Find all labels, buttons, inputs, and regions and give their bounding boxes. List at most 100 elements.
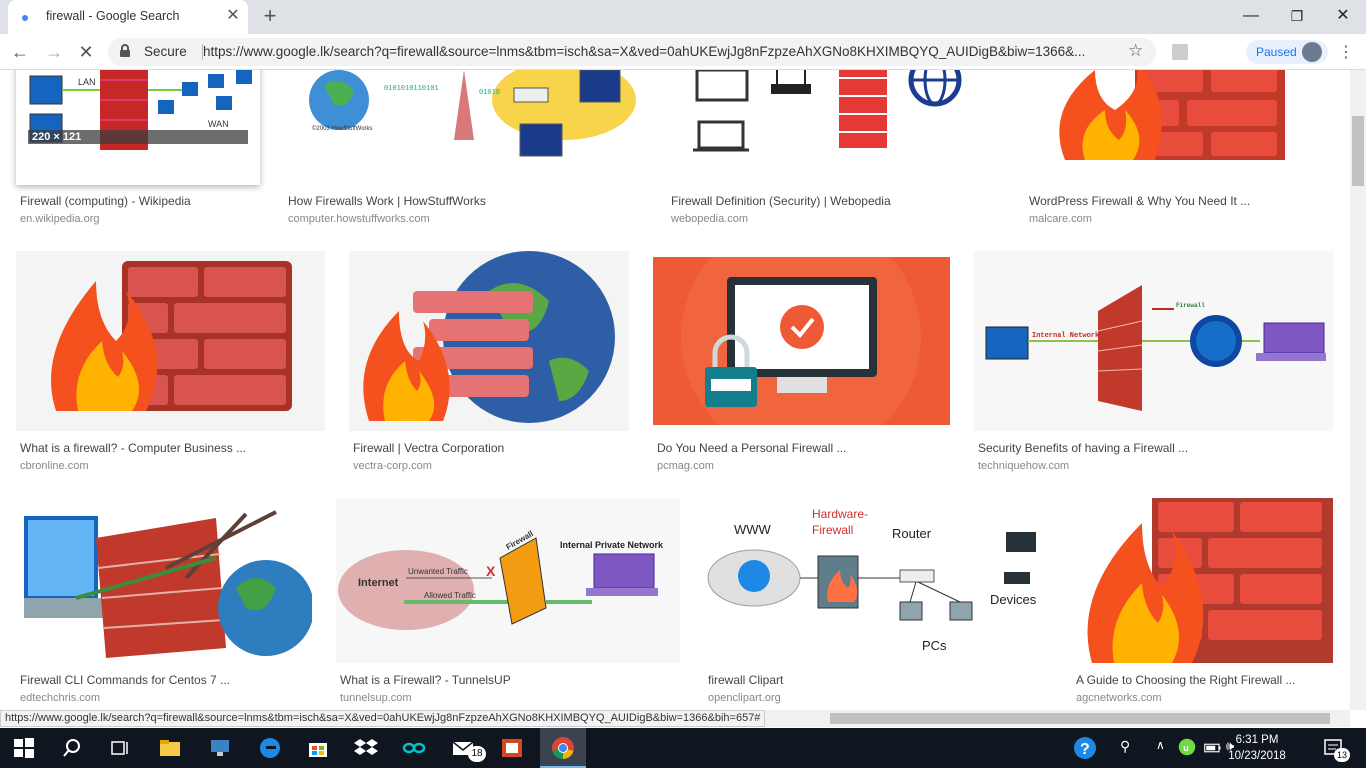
svg-text:01010: 01010 (479, 89, 500, 97)
minimize-button[interactable]: — (1228, 4, 1274, 28)
address-bar[interactable]: Secure https://www.google.lk/search?q=fi… (108, 38, 1156, 66)
result-source[interactable]: vectra-corp.com (353, 460, 432, 472)
horizontal-scroll-thumb[interactable] (830, 713, 1330, 724)
result-title[interactable]: What is a firewall? - Computer Business … (20, 441, 246, 455)
lan-label: LAN (78, 77, 96, 87)
mail-count-badge: 18 (468, 746, 486, 762)
pcs-label: PCs (922, 638, 947, 653)
result-title[interactable]: Security Benefits of having a Firewall .… (978, 441, 1188, 455)
result-title[interactable]: Firewall Definition (Security) | Weboped… (671, 194, 891, 208)
edge-browser-icon[interactable] (258, 736, 282, 760)
chrome-icon (552, 737, 574, 759)
profile-status: Paused (1256, 45, 1297, 59)
result-source[interactable]: techniquehow.com (978, 460, 1069, 472)
result-thumbnail[interactable] (349, 251, 629, 431)
windows-taskbar: 18 ? ⚲ ∧ u 🕪 6:31 PM 10/23/2018 13 (0, 728, 1366, 768)
result-source[interactable]: webopedia.com (671, 213, 748, 225)
clock-time: 6:31 PM (1235, 734, 1279, 746)
windows-start-icon[interactable] (12, 736, 36, 760)
result-thumbnail[interactable]: LAN WAN 220 × 121 (16, 70, 260, 185)
search-icon[interactable] (60, 736, 84, 760)
firewall-wall-flame-image (1072, 498, 1333, 663)
router-label: Router (892, 526, 932, 541)
vertical-scrollbar[interactable] (1350, 70, 1366, 710)
result-thumbnail[interactable] (16, 251, 325, 431)
image-results-grid: LAN WAN 220 × 121 Firewall (computing) -… (0, 70, 1350, 710)
result-title[interactable]: Firewall (computing) - Wikipedia (20, 194, 191, 208)
file-explorer-icon[interactable] (158, 736, 182, 760)
result-title[interactable]: Firewall | Vectra Corporation (353, 441, 504, 455)
allowed-traffic-label: Allowed Traffic (424, 591, 476, 600)
result-title[interactable]: How Firewalls Work | HowStuffWorks (288, 194, 486, 208)
task-view-icon[interactable] (108, 736, 132, 760)
extension-icon[interactable] (1172, 44, 1188, 60)
show-hidden-icons-chevron-icon[interactable]: ∧ (1156, 738, 1165, 752)
menu-dots-icon[interactable]: ⋮ (1338, 42, 1354, 62)
result-source[interactable]: openclipart.org (708, 692, 781, 704)
remote-desktop-icon[interactable] (208, 736, 232, 760)
result-thumbnail[interactable] (1025, 70, 1333, 185)
bookmark-star-icon[interactable]: ☆ (1128, 41, 1143, 61)
forward-button[interactable]: → (42, 40, 66, 64)
system-clock[interactable]: 6:31 PM 10/23/2018 (1222, 732, 1292, 764)
result-source[interactable]: pcmag.com (657, 460, 714, 472)
store-icon[interactable] (306, 736, 330, 760)
result-source[interactable]: tunnelsup.com (340, 692, 412, 704)
result-thumbnail[interactable] (667, 70, 1001, 185)
svg-text:u: u (1183, 743, 1189, 753)
result-source[interactable]: agcnetworks.com (1076, 692, 1162, 704)
internal-private-network-label: Internal Private Network (560, 540, 664, 550)
firewall-globe-image (349, 251, 629, 431)
tab-close-icon[interactable]: ✕ (224, 7, 242, 25)
result-title[interactable]: Do You Need a Personal Firewall ... (657, 441, 846, 455)
pc-firewall-globe-image (16, 498, 314, 663)
secure-label: Secure (144, 44, 187, 59)
wan-label: WAN (208, 119, 229, 129)
result-title[interactable]: WordPress Firewall & Why You Need It ... (1029, 194, 1250, 208)
upwork-icon[interactable]: u (1178, 738, 1196, 756)
arduino-icon[interactable] (402, 736, 426, 760)
powerpoint-icon[interactable] (500, 736, 524, 760)
howstuff-copyright: ©2003 HowStuffWorks (312, 125, 373, 132)
battery-icon[interactable] (1204, 740, 1222, 756)
result-source[interactable]: cbronline.com (20, 460, 88, 472)
help-icon[interactable]: ? (1073, 736, 1097, 760)
firewall-arrow-label: Firewall (1176, 302, 1205, 309)
people-icon[interactable]: ⚲ (1120, 738, 1130, 755)
browser-tab[interactable]: firewall - Google Search ✕ (8, 0, 248, 34)
screen: firewall - Google Search ✕ + — ❐ ✕ ← → ✕… (0, 0, 1366, 768)
maximize-button[interactable]: ❐ (1274, 4, 1320, 28)
result-thumbnail[interactable] (1072, 498, 1333, 663)
lan-wan-diagram-image: LAN WAN (16, 70, 260, 185)
result-title[interactable]: A Guide to Choosing the Right Firewall .… (1076, 673, 1295, 687)
tab-title: firewall - Google Search (46, 9, 180, 23)
result-title[interactable]: firewall Clipart (708, 673, 783, 687)
dropbox-icon[interactable] (354, 736, 378, 760)
webopedia-icons-image (667, 70, 1001, 185)
chrome-taskbar-active[interactable] (540, 728, 586, 768)
svg-text:0101010110101: 0101010110101 (384, 85, 439, 93)
close-window-button[interactable]: ✕ (1320, 4, 1366, 28)
tunnelsup-diagram-image: Internet Unwanted Traffic X Allowed Traf… (336, 498, 680, 663)
result-title[interactable]: Firewall CLI Commands for Centos 7 ... (20, 673, 230, 687)
url-text[interactable]: https://www.google.lk/search?q=firewall&… (203, 44, 1123, 59)
result-thumbnail[interactable]: Internet Unwanted Traffic X Allowed Traf… (336, 498, 680, 663)
profile-button[interactable]: Paused (1246, 40, 1328, 64)
result-source[interactable]: en.wikipedia.org (20, 213, 100, 225)
svg-text:?: ? (1080, 741, 1090, 758)
new-tab-button[interactable]: + (258, 4, 282, 28)
vertical-scroll-thumb[interactable] (1352, 116, 1364, 186)
result-thumbnail[interactable]: Internal Network Firewall (974, 251, 1333, 431)
internet-label: Internet (358, 577, 399, 589)
result-thumbnail[interactable] (653, 217, 950, 457)
back-button[interactable]: ← (8, 40, 32, 64)
result-source[interactable]: edtechchris.com (20, 692, 100, 704)
result-thumbnail[interactable]: WWW Hardware- Firewall Router PCs Device… (704, 498, 1048, 663)
result-title[interactable]: What is a Firewall? - TunnelsUP (340, 673, 511, 687)
lock-icon (120, 44, 130, 57)
result-thumbnail[interactable]: ©2003 HowStuffWorks 0101010110101 01010 (284, 70, 643, 185)
result-source[interactable]: malcare.com (1029, 213, 1092, 225)
result-thumbnail[interactable] (16, 498, 314, 663)
stop-loading-button[interactable]: ✕ (74, 40, 98, 64)
result-source[interactable]: computer.howstuffworks.com (288, 213, 430, 225)
